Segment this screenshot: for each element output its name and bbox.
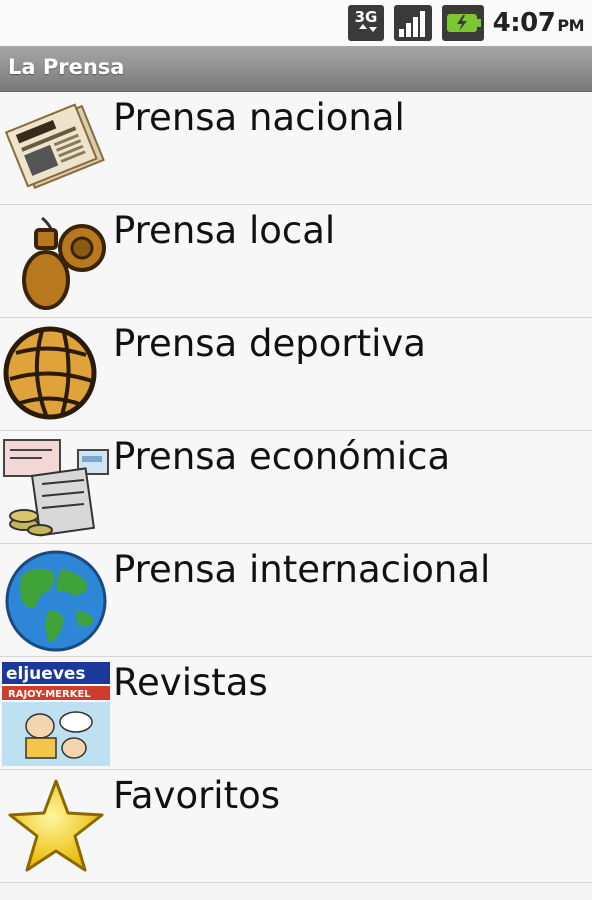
magazine-headline: RAJOY-MERKEL — [8, 689, 91, 700]
battery-charging-icon — [441, 5, 484, 41]
menu-list: Prensa nacional Prensa local Prensa depo… — [0, 92, 592, 883]
list-item-revistas[interactable]: eljueves RAJOY-MERKEL Revistas — [0, 657, 592, 770]
svg-text:3G: 3G — [354, 8, 377, 26]
list-item-label: Favoritos — [113, 774, 281, 817]
title-bar: La Prensa — [0, 46, 592, 92]
star-icon — [8, 779, 104, 872]
football-icon — [3, 326, 97, 420]
clock-ampm: PM — [557, 16, 584, 35]
list-item-favoritos[interactable]: Favoritos — [0, 770, 592, 883]
app-title: La Prensa — [8, 55, 125, 79]
magazine-cover-icon: eljueves RAJOY-MERKEL — [2, 662, 110, 766]
3g-icon: 3G — [347, 5, 384, 41]
list-item-label: Prensa local — [113, 209, 336, 252]
globe-icon — [5, 550, 107, 652]
list-item-prensa-economica[interactable]: Prensa económica — [0, 431, 592, 544]
finance-documents-icon — [3, 439, 109, 537]
newspaper-icon — [4, 103, 105, 189]
list-item-label: Prensa nacional — [113, 96, 405, 139]
list-item-label: Revistas — [113, 661, 268, 704]
clock-time: 4:07 — [492, 8, 556, 38]
list-item-prensa-nacional[interactable]: Prensa nacional — [0, 92, 592, 205]
status-clock: 4:07 PM — [492, 8, 585, 38]
list-item-prensa-deportiva[interactable]: Prensa deportiva — [0, 318, 592, 431]
list-item-label: Prensa internacional — [113, 548, 491, 591]
magazine-masthead: eljueves — [6, 664, 86, 684]
list-item-prensa-local[interactable]: Prensa local — [0, 205, 592, 318]
signal-icon — [393, 5, 432, 41]
status-bar: 3G 4:07 PM — [0, 0, 592, 46]
list-item-prensa-internacional[interactable]: Prensa internacional — [0, 544, 592, 657]
list-item-label: Prensa económica — [113, 435, 451, 478]
castanets-icon — [22, 216, 106, 310]
status-icons: 3G 4:07 PM — [347, 2, 584, 44]
list-item-label: Prensa deportiva — [113, 322, 426, 365]
